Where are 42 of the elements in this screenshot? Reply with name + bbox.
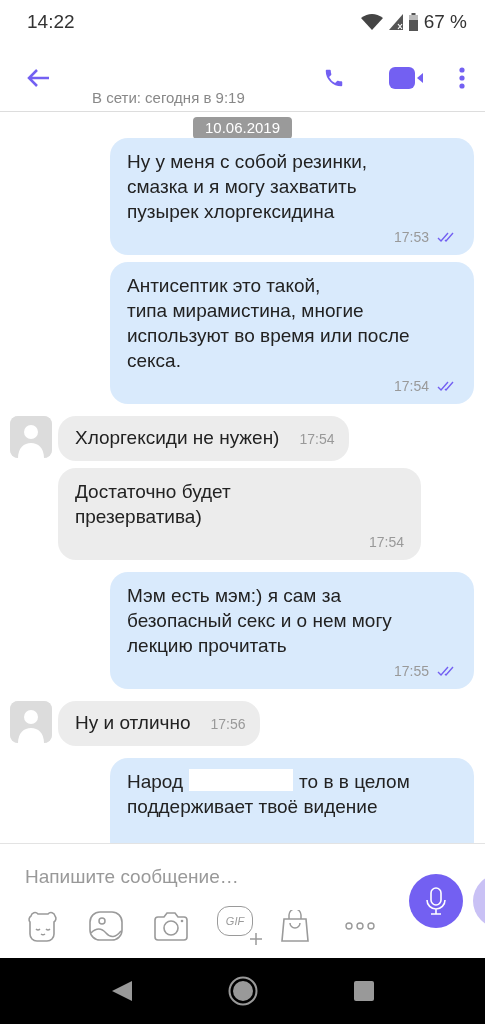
square-icon: [353, 981, 374, 1001]
message-text: Достаточно будет презерватива): [75, 480, 232, 529]
battery-icon: [408, 13, 418, 31]
shopping-bag-icon: [281, 910, 309, 942]
more-options-button[interactable]: [459, 67, 465, 89]
message-time: 17:54: [299, 430, 335, 449]
signal-icon: [388, 14, 403, 30]
wifi-icon: [360, 14, 383, 30]
message-time: 17:55: [393, 661, 429, 681]
video-call-button[interactable]: [389, 67, 423, 89]
more-horizontal-icon: [345, 922, 375, 930]
message-text: Народ то в в целом поддерживает твоё видение: [127, 769, 411, 819]
back-nav-button[interactable]: [111, 981, 132, 1001]
home-circle-icon: [227, 976, 258, 1006]
message-text: Ну у меня с собой резинки, смазка и я могу захватить пузырек хлоргексидина: [127, 150, 369, 224]
plus-icon: [249, 932, 263, 946]
message-text: Ну и отлично: [75, 711, 191, 735]
voice-message-button[interactable]: [409, 874, 463, 928]
message-time: 17:53: [393, 227, 429, 247]
more-vertical-icon: [459, 67, 465, 89]
message-text: Антисептик это такой, типа мирамистина, многие используют во время или после секса.: [127, 274, 411, 373]
call-button[interactable]: [323, 67, 345, 89]
microphone-icon: [426, 887, 446, 915]
phone-icon: [323, 67, 345, 89]
clock-time: 14:22: [27, 11, 75, 33]
image-icon: [89, 911, 123, 941]
battery-percent: 67 %: [423, 11, 467, 33]
back-button[interactable]: [26, 68, 50, 88]
message-text: Хлоргексиди не нужен): [75, 426, 280, 450]
date-chip: 10.06.2019: [192, 117, 293, 139]
message-text: Мэм есть мэм:) я сам за безопасный секс и о нем могу лекцию прочитать: [127, 584, 393, 658]
message-time: 17:54: [393, 376, 429, 396]
message-time: 17:54: [368, 532, 404, 552]
message-input[interactable]: Напишите сообщение…: [25, 866, 355, 888]
camera-icon: [153, 911, 189, 941]
video-camera-icon: [389, 67, 423, 89]
back-arrow-icon: [26, 68, 50, 88]
last-seen-status: В сети: сегодня в 9:19: [92, 89, 245, 106]
back-triangle-icon: [111, 981, 132, 1001]
message-time: 17:56: [210, 715, 246, 734]
home-nav-button[interactable]: [227, 976, 258, 1006]
recents-nav-button[interactable]: [353, 981, 374, 1001]
